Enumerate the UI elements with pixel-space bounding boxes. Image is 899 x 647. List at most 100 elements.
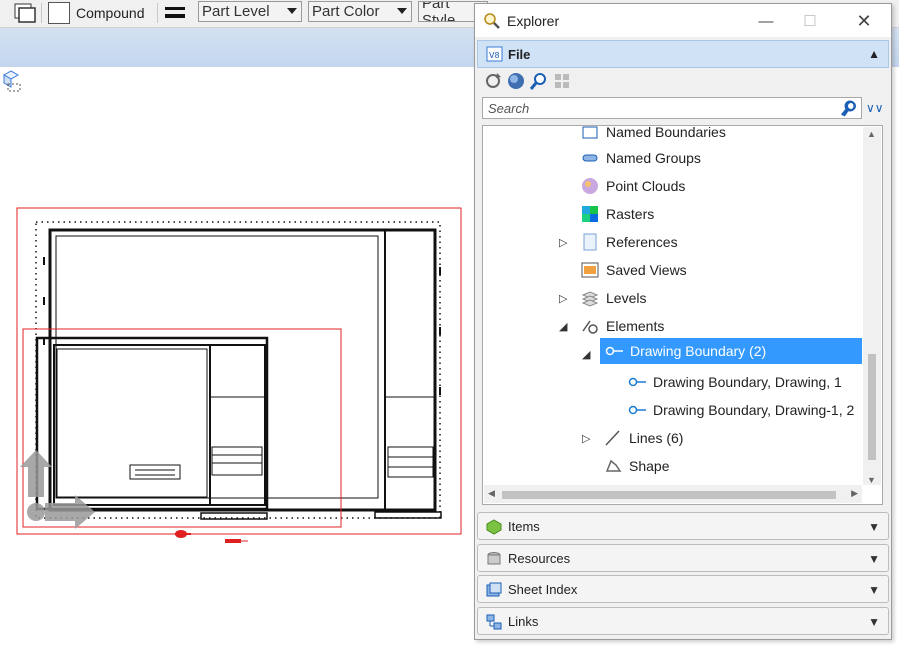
double-chevron-down-icon[interactable]: ∨∨ [866,101,884,115]
tree-item-rasters[interactable]: Rasters [581,201,654,227]
tree-item-label: References [606,234,678,250]
tree-item-label: Named Boundaries [606,125,726,140]
red-marker-icon [175,530,248,543]
sheet-index-icon [486,582,502,598]
refresh-icon[interactable] [483,71,503,91]
tree-item-label: Levels [606,290,647,306]
collapse-icon[interactable]: ◢ [559,320,567,333]
references-icon [581,233,599,251]
shape-icon [604,457,622,475]
tree-item-label: Elements [606,318,665,334]
minimize-icon[interactable]: — [747,8,785,34]
tree-horizontal-scrollbar[interactable]: ◀ ▶ [484,485,862,503]
section-resources[interactable]: Resources ▼ [477,544,889,572]
named-boundaries-icon [581,126,599,141]
scroll-down-icon[interactable]: ▼ [867,475,876,485]
tree-item-drawing-boundary-2[interactable]: Drawing Boundary, Drawing-1, 2 [628,397,854,423]
file-icon: V8 [486,46,504,66]
explorer-panel: Explorer — ☐ ✕ V8 File ▲ Search ∨∨ Named… [474,3,892,640]
tree-item-levels[interactable]: Levels [581,285,646,311]
tree-item-label: Named Groups [606,150,701,166]
copy-icon[interactable] [12,2,36,24]
search-options-icon[interactable] [842,100,860,121]
tree-item-label: Drawing Boundary (2) [630,343,767,359]
scroll-up-icon[interactable]: ▲ [867,129,876,139]
color-combo[interactable]: Part Color [308,1,412,22]
links-icon [486,614,502,630]
level-combo[interactable]: Part Level [198,1,302,22]
tree-item-label: Shape [629,458,670,474]
explorer-tree[interactable]: Named Boundaries Named Groups Point Clou… [482,125,883,505]
globe-icon[interactable] [506,71,526,91]
explorer-titlebar[interactable]: Explorer — ☐ ✕ [475,4,891,37]
tree-item-drawing-boundary-1[interactable]: Drawing Boundary, Drawing, 1 [628,369,842,395]
rasters-icon [581,205,599,223]
drawing-boundary-icon [628,401,646,419]
scroll-left-icon[interactable]: ◀ [488,488,495,499]
tree-item-label: Lines (6) [629,430,684,446]
view-cube-icon[interactable] [2,70,21,92]
section-links[interactable]: Links ▼ [477,607,889,635]
drawing-canvas[interactable] [0,67,475,647]
toolbar-separator [157,3,158,23]
search-input[interactable]: Search [482,97,862,119]
scroll-right-icon[interactable]: ▶ [851,488,858,499]
maximize-icon[interactable]: ☐ [791,8,829,34]
section-label: Links [508,614,539,629]
view-area[interactable] [0,67,475,647]
tree-item-label: Saved Views [606,262,687,278]
toolbar-separator [41,3,42,23]
tree-item-label: Point Clouds [606,178,686,194]
file-section-header[interactable]: V8 File ▲ [477,40,889,68]
close-icon[interactable]: ✕ [845,8,883,34]
chevron-down-icon[interactable]: ▼ [868,552,880,566]
checkbox-box[interactable] [48,2,70,24]
tree-item-named-groups[interactable]: Named Groups [581,145,701,171]
tree-item-point-clouds[interactable]: Point Clouds [581,173,685,199]
scroll-thumb[interactable] [868,354,876,460]
scroll-thumb[interactable] [502,491,836,499]
named-groups-icon [581,149,599,167]
section-sheet-index[interactable]: Sheet Index ▼ [477,575,889,603]
compound-label: Compound [76,5,145,21]
chevron-down-icon[interactable]: ▼ [868,583,880,597]
tree-item-label: Rasters [606,206,655,222]
saved-views-icon [581,261,599,279]
drawing-boundary-icon [628,373,646,391]
explorer-title: Explorer [507,13,560,29]
expand-icon[interactable]: ▷ [559,292,567,305]
chevron-down-icon[interactable]: ▼ [868,520,880,534]
collapse-icon[interactable]: ◢ [582,348,590,361]
color-combo-value: Part Color [312,3,380,20]
tree-item-elements[interactable]: Elements [581,313,664,339]
point-clouds-icon [581,177,599,195]
tree-item-shape[interactable]: Shape [604,453,669,479]
expand-icon[interactable]: ▷ [582,432,590,445]
zoom-icon[interactable] [529,71,549,91]
chevron-down-icon[interactable]: ▼ [868,615,880,629]
items-icon [486,519,502,535]
line-icon [604,429,622,447]
file-section-label: File [508,47,531,62]
section-label: Items [508,519,540,534]
drawing-boundary-icon [605,342,623,360]
tree-vertical-scrollbar[interactable]: ▲ ▼ [863,127,881,485]
section-label: Resources [508,551,571,566]
chevron-up-icon[interactable]: ▲ [868,47,880,61]
tree-item-references[interactable]: References [581,229,678,255]
tree-item-named-boundaries[interactable]: Named Boundaries [581,125,726,145]
tree-item-lines[interactable]: Lines (6) [604,425,683,451]
tree-item-drawing-boundary[interactable]: Drawing Boundary (2) [600,338,862,364]
line-weight-icon[interactable] [165,2,187,24]
explorer-icon [483,12,501,33]
resources-icon [486,551,502,567]
expand-icon[interactable]: ▷ [559,236,567,249]
section-label: Sheet Index [508,582,578,597]
search-placeholder: Search [488,101,530,116]
tree-item-saved-views[interactable]: Saved Views [581,257,687,283]
section-items[interactable]: Items ▼ [477,512,889,540]
level-combo-value: Part Level [202,3,270,20]
grid-icon[interactable] [552,71,572,91]
explorer-icon-toolbar [483,71,572,93]
compound-checkbox[interactable]: Compound [48,2,145,24]
